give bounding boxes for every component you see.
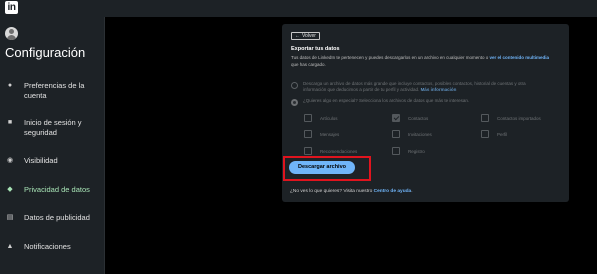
- checkbox-messages[interactable]: Mensajes: [304, 130, 339, 138]
- sidebar-item-advertising-data[interactable]: ▤ Datos de publicidad: [5, 213, 105, 223]
- sidebar-item-notifications[interactable]: ▲ Notificaciones: [5, 242, 105, 252]
- eye-icon: ◉: [6, 157, 14, 164]
- checkbox-box[interactable]: [392, 147, 400, 155]
- top-bar: in: [0, 0, 597, 17]
- checkbox-recommendations[interactable]: Recomendaciones: [304, 147, 357, 155]
- learn-more-link[interactable]: Más información: [421, 87, 457, 92]
- checkbox-box[interactable]: [304, 147, 312, 155]
- checkbox-imported-contacts[interactable]: Contactos importados: [481, 114, 541, 122]
- checkbox-label: Artículos: [320, 115, 338, 121]
- checkbox-invitations[interactable]: Invitaciones: [392, 130, 432, 138]
- sidebar-title: Configuración: [5, 45, 86, 60]
- option-full-archive-label: Descarga un archivo de datos más grande …: [303, 81, 539, 93]
- sidebar-item-label: Visibilidad: [24, 156, 58, 165]
- help-text: ¿No ves lo que quieres? Visita nuestro C…: [290, 189, 413, 194]
- checkbox-label: Registro: [408, 148, 425, 154]
- description-text: Tus datos de LinkedIn te pertenecen y pu…: [291, 55, 490, 60]
- newspaper-icon: ▤: [6, 214, 14, 221]
- person-icon: ●: [7, 82, 13, 89]
- checkbox-label: Invitaciones: [408, 131, 432, 137]
- sidebar-item-visibility[interactable]: ◉ Visibilidad: [5, 156, 105, 166]
- checkbox-label: Perfil: [497, 131, 508, 137]
- back-button[interactable]: ← Volver: [291, 32, 320, 40]
- linkedin-logo-icon[interactable]: in: [5, 1, 18, 14]
- option-full-archive-text: Descarga un archivo de datos más grande …: [303, 81, 526, 93]
- option-full-archive[interactable]: Descarga un archivo de datos más grande …: [291, 81, 539, 93]
- sidebar-item-data-privacy[interactable]: ◆ Privacidad de datos: [5, 185, 105, 195]
- lock-icon: ■: [7, 119, 13, 126]
- download-archive-button[interactable]: Descargar archivo: [289, 161, 355, 174]
- checkbox-articles[interactable]: Artículos: [304, 114, 338, 122]
- shield-icon: ◆: [7, 186, 13, 193]
- checkbox-label: Recomendaciones: [320, 148, 358, 154]
- checkbox-box[interactable]: [481, 130, 489, 138]
- sidebar-item-label: Inicio de sesión y seguridad: [24, 118, 82, 137]
- checkbox-contacts[interactable]: Contactos: [392, 114, 428, 122]
- checkbox-box[interactable]: [304, 114, 312, 122]
- sidebar-item-label: Notificaciones: [24, 242, 71, 251]
- page-title: Exportar tus datos: [291, 46, 340, 52]
- sidebar-item-label: Privacidad de datos: [24, 185, 90, 194]
- option-specific-files[interactable]: ¿Quieres algo en especial? Selecciona lo…: [291, 98, 539, 106]
- media-link[interactable]: ver el contenido multimedia: [489, 55, 549, 60]
- checkbox-box[interactable]: [392, 130, 400, 138]
- sidebar-item-account-preferences[interactable]: ● Preferencias de la cuenta: [5, 81, 105, 101]
- checkbox-profile[interactable]: Perfil: [481, 130, 507, 138]
- help-text-end: .: [411, 189, 413, 194]
- sidebar-item-sign-in-security[interactable]: ■ Inicio de sesión y seguridad: [5, 118, 105, 138]
- checkbox-label: Contactos: [408, 115, 429, 121]
- bell-icon: ▲: [6, 243, 14, 250]
- back-button-label: Volver: [302, 33, 316, 39]
- option-specific-files-label: ¿Quieres algo en especial? Selecciona lo…: [303, 98, 470, 103]
- radio-specific-files[interactable]: [291, 99, 298, 106]
- checkbox-box[interactable]: [304, 130, 312, 138]
- checkbox-registration[interactable]: Registro: [392, 147, 425, 155]
- checkbox-box[interactable]: [392, 114, 400, 122]
- help-center-link[interactable]: Centro de ayuda: [374, 189, 412, 194]
- description-text-end: que has cargado.: [291, 61, 326, 67]
- checkbox-label: Mensajes: [320, 131, 340, 137]
- sidebar-item-label: Datos de publicidad: [24, 213, 90, 222]
- sidebar-item-label: Preferencias de la cuenta: [24, 81, 85, 100]
- description: Tus datos de LinkedIn te pertenecen y pu…: [291, 55, 553, 68]
- radio-full-archive[interactable]: [291, 82, 298, 89]
- help-text-label: ¿No ves lo que quieres? Visita nuestro: [290, 189, 374, 194]
- checkbox-box[interactable]: [481, 114, 489, 122]
- checkbox-label: Contactos importados: [497, 115, 541, 121]
- arrow-left-icon: ←: [295, 33, 300, 39]
- avatar[interactable]: [5, 27, 18, 40]
